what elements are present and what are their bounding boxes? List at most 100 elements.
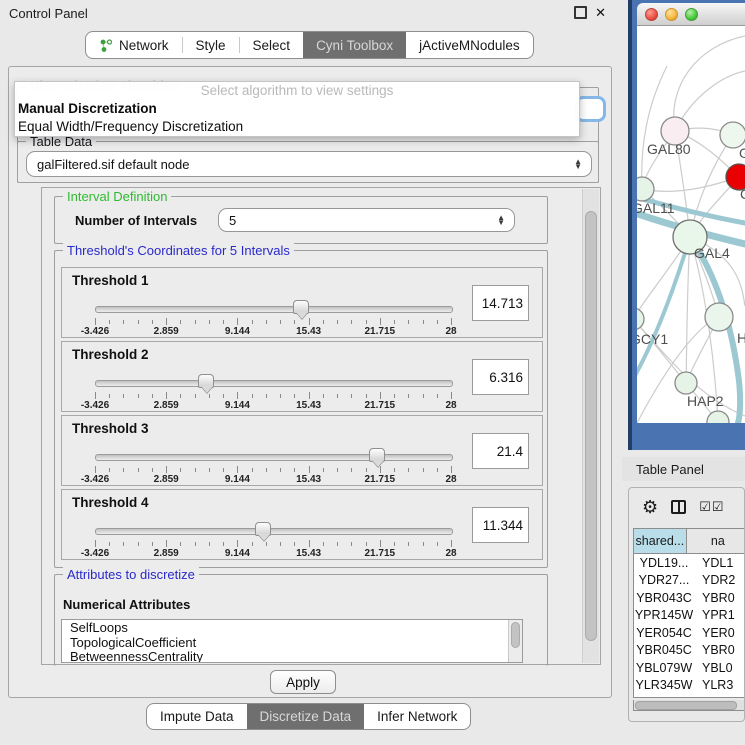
combo-stepper-icon: ▲▼ bbox=[497, 215, 505, 225]
screen: { "window": {"title": "Control Panel"}, … bbox=[0, 0, 745, 745]
table-row[interactable]: YDL19...YDL1 bbox=[634, 554, 745, 572]
tab-network-label: Network bbox=[119, 38, 169, 53]
node-label: H bbox=[737, 330, 745, 346]
columns-icon[interactable] bbox=[671, 500, 686, 514]
table-header-row: shared... na bbox=[634, 529, 745, 554]
algorithm-placeholder-option[interactable]: Select algorithm to view settings bbox=[15, 82, 579, 100]
threshold-slider[interactable] bbox=[95, 380, 453, 387]
table-horizontal-scrollbar[interactable] bbox=[633, 700, 745, 711]
attributes-list-scrollbar[interactable] bbox=[508, 620, 522, 662]
threshold-slider[interactable] bbox=[95, 306, 453, 313]
numerical-attributes-list[interactable]: SelfLoopsTopologicalCoefficientBetweenne… bbox=[61, 619, 523, 663]
slider-thumb[interactable] bbox=[293, 300, 309, 314]
table-data-group: Table Data galFiltered.sif default node … bbox=[17, 141, 599, 183]
tab-jactivemnodules[interactable]: jActiveMNodules bbox=[406, 32, 533, 58]
table-row[interactable]: YER054CYER0 bbox=[634, 624, 745, 642]
table-row[interactable]: YDR27...YDR2 bbox=[634, 572, 745, 590]
threshold-slider[interactable] bbox=[95, 454, 453, 461]
slider-tick-labels: -3.4262.8599.14415.4321.71528 bbox=[95, 474, 451, 486]
network-view-window: GAL80GACGAL11GAL4GCY1HHAP2 bbox=[628, 0, 745, 450]
slider-thumb[interactable] bbox=[255, 522, 271, 536]
network-canvas[interactable]: GAL80GACGAL11GAL4GCY1HHAP2 bbox=[637, 26, 745, 423]
GAL11-node[interactable] bbox=[637, 177, 654, 201]
number-of-intervals-combobox[interactable]: 5 ▲▼ bbox=[218, 208, 515, 232]
H-node[interactable] bbox=[705, 303, 733, 331]
algorithm-option-equal-width[interactable]: Equal Width/Frequency Discretization bbox=[15, 118, 579, 136]
combo-stepper-icon: ▲▼ bbox=[574, 159, 582, 169]
threshold-4-panel: Threshold 4 -3.4262.8599.14415.4321.7152… bbox=[61, 489, 543, 560]
attribute-item[interactable]: SelfLoops bbox=[70, 621, 522, 636]
threshold-value-field[interactable]: 6.316 bbox=[472, 359, 529, 395]
tab-discretize-data[interactable]: Discretize Data bbox=[247, 704, 365, 729]
table-panel-titlebar: Table Panel bbox=[622, 457, 745, 481]
table-row[interactable]: YPR145WYPR1 bbox=[634, 607, 745, 625]
network-icon bbox=[99, 38, 113, 53]
algorithm-settings-scrollpane: Interval Definition Number of Intervals … bbox=[41, 187, 601, 665]
threshold-3-panel: Threshold 3 -3.4262.8599.14415.4321.7152… bbox=[61, 415, 543, 486]
slider-thumb[interactable] bbox=[369, 448, 385, 462]
gear-icon[interactable]: ⚙ bbox=[642, 498, 658, 516]
table-data-combobox[interactable]: galFiltered.sif default node ▲▼ bbox=[26, 151, 592, 177]
control-panel-tabbar: Network Style Select Cyni Toolbox jActiv… bbox=[85, 31, 534, 59]
threshold-label: Threshold 1 bbox=[72, 273, 149, 288]
slider-ticks bbox=[95, 318, 451, 326]
node-label: GCY1 bbox=[637, 331, 668, 347]
table-data-selected: galFiltered.sif default node bbox=[37, 157, 189, 172]
interval-definition-title: Interval Definition bbox=[63, 189, 171, 204]
node-label: C bbox=[740, 186, 745, 202]
threshold-slider[interactable] bbox=[95, 528, 453, 535]
threshold-value-field[interactable]: 11.344 bbox=[472, 507, 529, 543]
table-row[interactable]: YLR345WYLR3 bbox=[634, 677, 745, 695]
column-header-name[interactable]: na bbox=[687, 529, 745, 554]
tab-network[interactable]: Network bbox=[86, 32, 182, 58]
node-label: GA bbox=[739, 145, 745, 161]
threshold-value-field[interactable]: 21.4 bbox=[472, 433, 529, 469]
select-checkboxes-icon[interactable]: ☑☑ bbox=[699, 499, 724, 515]
slider-tick-labels: -3.4262.8599.14415.4321.71528 bbox=[95, 400, 451, 412]
minimize-traffic-light[interactable] bbox=[665, 8, 678, 21]
algorithm-dropdown-popup: Select algorithm to view settings Manual… bbox=[14, 81, 580, 137]
table-row[interactable]: YBR045CYBR0 bbox=[634, 642, 745, 660]
threshold-label: Threshold 3 bbox=[72, 421, 149, 436]
table-panel-toolbar: ⚙ ☑☑ bbox=[629, 488, 745, 526]
node-table[interactable]: shared... na YDL19...YDL1YDR27...YDR2YBR… bbox=[633, 528, 745, 698]
threshold-label: Threshold 2 bbox=[72, 347, 149, 362]
tab-select[interactable]: Select bbox=[240, 32, 304, 58]
tab-cyni-toolbox[interactable]: Cyni Toolbox bbox=[303, 32, 406, 58]
node-label: GAL4 bbox=[694, 245, 730, 261]
thresholds-group: Threshold's Coordinates for 5 Intervals … bbox=[54, 250, 548, 568]
close-traffic-light[interactable] bbox=[645, 8, 658, 21]
tab-infer-network[interactable]: Infer Network bbox=[364, 704, 470, 729]
close-panel-icon[interactable]: ✕ bbox=[595, 7, 606, 18]
network-window-titlebar[interactable] bbox=[637, 3, 745, 26]
settings-vertical-scrollbar[interactable] bbox=[582, 189, 599, 663]
numerical-attributes-label: Numerical Attributes bbox=[63, 597, 190, 612]
column-header-shared-name[interactable]: shared... bbox=[634, 529, 687, 554]
number-of-intervals-label: Number of Intervals bbox=[75, 213, 197, 228]
zoom-traffic-light[interactable] bbox=[685, 8, 698, 21]
slider-ticks bbox=[95, 392, 451, 400]
window-edge bbox=[628, 0, 632, 450]
slider-thumb[interactable] bbox=[198, 374, 214, 388]
algorithm-option-manual[interactable]: Manual Discretization bbox=[15, 100, 579, 118]
slider-ticks bbox=[95, 540, 451, 548]
node-label: HAP2 bbox=[687, 393, 724, 409]
tab-style[interactable]: Style bbox=[183, 32, 239, 58]
table-row[interactable]: YBR043CYBR0 bbox=[634, 589, 745, 607]
table-row[interactable]: YIL053CYIL0 bbox=[634, 694, 745, 698]
slider-tick-labels: -3.4262.8599.14415.4321.71528 bbox=[95, 548, 451, 560]
cyni-bottom-tabbar: Impute Data Discretize Data Infer Networ… bbox=[146, 703, 471, 730]
threshold-value-field[interactable]: 14.713 bbox=[472, 285, 529, 321]
attribute-item[interactable]: BetweennessCentrality bbox=[70, 650, 522, 663]
apply-button[interactable]: Apply bbox=[270, 670, 336, 694]
interval-definition-group: Interval Definition Number of Intervals … bbox=[54, 196, 548, 244]
HAP2-node[interactable] bbox=[675, 372, 697, 394]
attributes-group: Attributes to discretize Numerical Attri… bbox=[54, 574, 548, 666]
number-of-intervals-value: 5 bbox=[229, 213, 236, 228]
GCY1-node[interactable] bbox=[637, 308, 644, 330]
attribute-item[interactable]: TopologicalCoefficient bbox=[70, 636, 522, 651]
float-window-icon[interactable] bbox=[574, 6, 587, 19]
table-row[interactable]: YBL079WYBL0 bbox=[634, 659, 745, 677]
tab-impute-data[interactable]: Impute Data bbox=[147, 704, 247, 729]
threshold-2-panel: Threshold 2 -3.4262.8599.14415.4321.7152… bbox=[61, 341, 543, 412]
